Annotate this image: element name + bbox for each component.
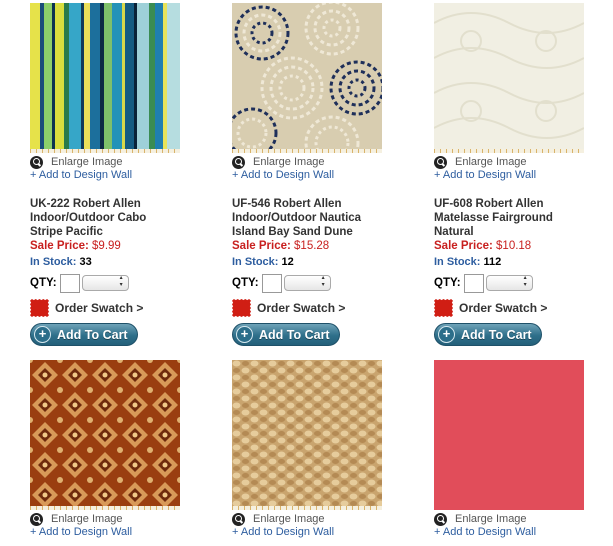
ruler-strip bbox=[232, 506, 382, 510]
add-to-design-wall-link[interactable]: + Add to Design Wall bbox=[232, 526, 422, 540]
stock-info: In Stock: 12 bbox=[232, 255, 422, 269]
magnifier-icon bbox=[232, 512, 245, 526]
product-card: Enlarge Image + Add to Design Wall bbox=[232, 360, 422, 540]
ruler-strip bbox=[30, 149, 180, 153]
stock-count: 33 bbox=[79, 256, 92, 268]
add-to-design-wall-link[interactable]: + Add to Design Wall bbox=[232, 169, 422, 183]
stock-info: In Stock: 33 bbox=[30, 255, 220, 269]
add-to-cart-label: Add To Cart bbox=[57, 327, 128, 342]
fabric-stripe-pattern bbox=[30, 3, 180, 153]
sale-price-label: Sale Price: bbox=[232, 240, 291, 252]
swatch-badge-icon bbox=[232, 299, 251, 317]
product-image[interactable] bbox=[434, 3, 584, 153]
add-to-design-wall-link[interactable]: + Add to Design Wall bbox=[434, 526, 613, 540]
fabric-solid-coral-pattern bbox=[434, 360, 584, 510]
add-to-cart-label: Add To Cart bbox=[259, 327, 330, 342]
sale-price: Sale Price: $10.18 bbox=[434, 239, 613, 253]
fabric-basketweave-pattern bbox=[232, 360, 382, 510]
sale-price-label: Sale Price: bbox=[30, 240, 89, 252]
stock-label: In Stock: bbox=[30, 256, 77, 268]
plus-icon: + bbox=[34, 326, 51, 343]
add-to-design-wall-link[interactable]: + Add to Design Wall bbox=[434, 169, 613, 183]
product-card: Enlarge Image + Add to Design Wall UF-60… bbox=[434, 3, 613, 346]
product-image[interactable] bbox=[30, 360, 180, 510]
sale-price-value: $10.18 bbox=[496, 240, 532, 252]
add-to-cart-label: Add To Cart bbox=[461, 327, 532, 342]
magnifier-icon bbox=[30, 155, 43, 169]
sale-price-value: $9.99 bbox=[92, 240, 121, 252]
quantity-row: QTY: bbox=[30, 273, 220, 293]
order-swatch-link[interactable]: Order Swatch > bbox=[30, 299, 220, 317]
sale-price: Sale Price: $15.28 bbox=[232, 239, 422, 253]
stock-label: In Stock: bbox=[232, 256, 279, 268]
product-title[interactable]: UF-546 Robert Allen Indoor/Outdoor Nauti… bbox=[232, 197, 382, 239]
plus-icon: + bbox=[438, 326, 455, 343]
product-title[interactable]: UK-222 Robert Allen Indoor/Outdoor Cabo … bbox=[30, 197, 180, 239]
stock-info: In Stock: 112 bbox=[434, 255, 613, 269]
magnifier-icon bbox=[30, 512, 43, 526]
product-card: Enlarge Image + Add to Design Wall UK-22… bbox=[30, 3, 220, 346]
order-swatch-link[interactable]: Order Swatch > bbox=[434, 299, 613, 317]
qty-label: QTY: bbox=[30, 277, 57, 289]
order-swatch-label: Order Swatch > bbox=[459, 301, 548, 315]
qty-label: QTY: bbox=[232, 277, 259, 289]
ruler-strip bbox=[232, 149, 382, 153]
enlarge-image-link[interactable]: Enlarge Image bbox=[30, 512, 220, 526]
fabric-rope-swirl-pattern bbox=[232, 3, 382, 153]
order-swatch-label: Order Swatch > bbox=[257, 301, 346, 315]
product-image[interactable] bbox=[30, 3, 180, 153]
qty-input[interactable] bbox=[59, 273, 80, 293]
sale-price-label: Sale Price: bbox=[434, 240, 493, 252]
swatch-badge-icon bbox=[434, 299, 453, 317]
product-image[interactable] bbox=[232, 360, 382, 510]
product-card: Enlarge Image + Add to Design Wall bbox=[434, 360, 613, 540]
enlarge-label: Enlarge Image bbox=[455, 513, 527, 525]
magnifier-icon bbox=[232, 155, 245, 169]
enlarge-image-link[interactable]: Enlarge Image bbox=[434, 155, 613, 169]
enlarge-image-link[interactable]: Enlarge Image bbox=[232, 155, 422, 169]
enlarge-label: Enlarge Image bbox=[455, 156, 527, 168]
qty-unit-select[interactable] bbox=[283, 275, 331, 291]
product-image[interactable] bbox=[232, 3, 382, 153]
sale-price-value: $15.28 bbox=[294, 240, 330, 252]
quantity-row: QTY: bbox=[434, 273, 613, 293]
qty-unit-select[interactable] bbox=[81, 275, 129, 291]
product-card: Enlarge Image + Add to Design Wall bbox=[30, 360, 220, 540]
enlarge-label: Enlarge Image bbox=[51, 513, 123, 525]
order-swatch-link[interactable]: Order Swatch > bbox=[232, 299, 422, 317]
qty-input[interactable] bbox=[261, 273, 282, 293]
quantity-row: QTY: bbox=[232, 273, 422, 293]
enlarge-label: Enlarge Image bbox=[51, 156, 123, 168]
add-to-design-wall-link[interactable]: + Add to Design Wall bbox=[30, 526, 220, 540]
ruler-strip bbox=[30, 506, 180, 510]
stock-label: In Stock: bbox=[434, 256, 481, 268]
fabric-medallion-pattern bbox=[30, 360, 180, 510]
sale-price: Sale Price: $9.99 bbox=[30, 239, 220, 253]
qty-unit-select[interactable] bbox=[485, 275, 533, 291]
fabric-matelasse-pattern bbox=[434, 3, 584, 153]
qty-label: QTY: bbox=[434, 277, 461, 289]
product-card: Enlarge Image + Add to Design Wall UF-54… bbox=[232, 3, 422, 346]
enlarge-image-link[interactable]: Enlarge Image bbox=[434, 512, 613, 526]
enlarge-label: Enlarge Image bbox=[253, 513, 325, 525]
product-image[interactable] bbox=[434, 360, 584, 510]
enlarge-image-link[interactable]: Enlarge Image bbox=[30, 155, 220, 169]
add-to-cart-button[interactable]: + Add To Cart bbox=[232, 323, 340, 346]
add-to-cart-button[interactable]: + Add To Cart bbox=[30, 323, 138, 346]
product-title[interactable]: UF-608 Robert Allen Matelasse Fairground… bbox=[434, 197, 584, 239]
magnifier-icon bbox=[434, 512, 447, 526]
order-swatch-label: Order Swatch > bbox=[55, 301, 144, 315]
magnifier-icon bbox=[434, 155, 447, 169]
enlarge-label: Enlarge Image bbox=[253, 156, 325, 168]
swatch-badge-icon bbox=[30, 299, 49, 317]
add-to-cart-button[interactable]: + Add To Cart bbox=[434, 323, 542, 346]
add-to-design-wall-link[interactable]: + Add to Design Wall bbox=[30, 169, 220, 183]
stock-count: 112 bbox=[483, 256, 502, 268]
ruler-strip bbox=[434, 149, 584, 153]
stock-count: 12 bbox=[281, 256, 294, 268]
enlarge-image-link[interactable]: Enlarge Image bbox=[232, 512, 422, 526]
plus-icon: + bbox=[236, 326, 253, 343]
qty-input[interactable] bbox=[463, 273, 484, 293]
